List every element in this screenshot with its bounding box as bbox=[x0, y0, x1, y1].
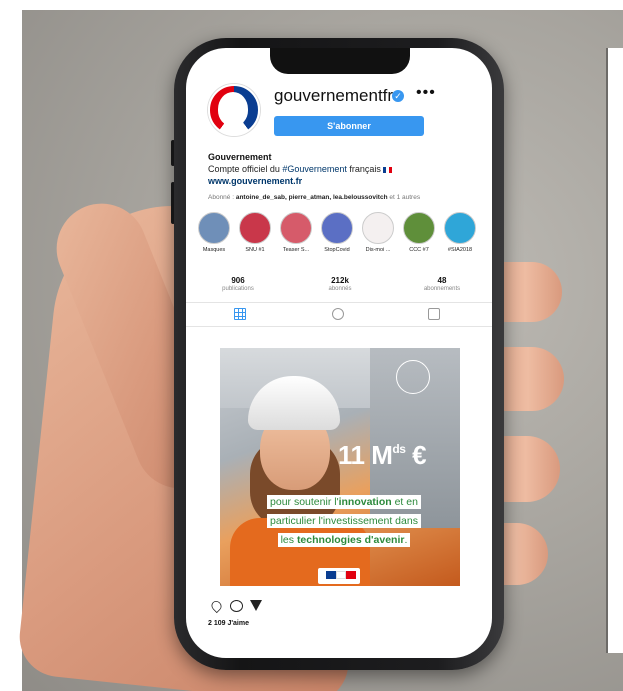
like-icon[interactable] bbox=[209, 598, 224, 614]
caption-text: et en bbox=[391, 496, 418, 508]
profile-tabs bbox=[186, 306, 492, 326]
stat-label: abonnés bbox=[328, 286, 352, 292]
flag-stripe bbox=[336, 571, 346, 579]
caption-text: les bbox=[280, 534, 297, 546]
highlight-thumbnail bbox=[239, 212, 271, 244]
post-likes[interactable]: 2 109 J'aime bbox=[208, 620, 249, 627]
igtv-icon[interactable] bbox=[332, 308, 344, 320]
caption-line: les technologies d'avenir. bbox=[277, 533, 411, 547]
highlight-thumbnail bbox=[198, 212, 230, 244]
stat-value: 906 bbox=[231, 276, 245, 285]
amount-unit: € bbox=[412, 440, 427, 470]
verified-badge-icon: ✓ bbox=[392, 90, 404, 102]
phone-screen: gouvernementfr ✓ ••• S'abonner Gouvernem… bbox=[186, 48, 492, 658]
post-image[interactable]: 11 Mds € pour soutenir l'innovation et e… bbox=[220, 348, 460, 586]
french-flag-icon bbox=[382, 166, 392, 173]
phone-notch bbox=[270, 48, 410, 74]
story-highlights: Masques SNU #1 Teaser S... StopCovid Dis… bbox=[196, 212, 486, 262]
highlight-thumbnail bbox=[280, 212, 312, 244]
highlight-item[interactable]: Masques bbox=[196, 212, 232, 253]
amount-value: 11 M bbox=[338, 440, 393, 470]
stat-following[interactable]: 48 abonnements bbox=[402, 276, 482, 292]
highlight-item[interactable]: CCC #7 bbox=[401, 212, 437, 253]
follow-button[interactable]: S'abonner bbox=[274, 116, 424, 136]
followed-by-names[interactable]: antoine_de_sab, pierre_atman, lea.belous… bbox=[236, 194, 388, 201]
stat-publications[interactable]: 906 publications bbox=[198, 276, 278, 292]
stat-label: publications bbox=[222, 286, 254, 292]
background-panel bbox=[608, 48, 623, 653]
highlight-label: #SIA2018 bbox=[447, 247, 473, 253]
amount-suffix: ds bbox=[392, 442, 406, 456]
highlight-label: Teaser S... bbox=[282, 247, 310, 253]
france-relance-logo bbox=[396, 360, 430, 394]
highlight-thumbnail bbox=[403, 212, 435, 244]
highlight-item[interactable]: StopCovid bbox=[319, 212, 355, 253]
post-caption: pour soutenir l'innovation et en particu… bbox=[238, 492, 450, 549]
bio-hashtag-link[interactable]: #Gouvernement bbox=[282, 164, 347, 174]
bio-prefix: Compte officiel du bbox=[208, 164, 283, 174]
photo-scene: { "profile": { "username": "gouvernement… bbox=[0, 0, 623, 691]
stat-value: 48 bbox=[437, 276, 447, 285]
highlight-label: Dis-moi ... bbox=[365, 247, 391, 253]
post-amount: 11 Mds € bbox=[338, 440, 427, 471]
profile-stats: 906 publications 212k abonnés 48 abonnement… bbox=[198, 276, 482, 304]
more-options-icon[interactable]: ••• bbox=[416, 84, 436, 102]
followed-by-suffix: et 1 autres bbox=[387, 194, 421, 201]
french-government-logo bbox=[318, 568, 360, 584]
highlight-label: Masques bbox=[202, 247, 226, 253]
profile-username: gouvernementfr bbox=[274, 86, 394, 105]
profile-display-name: Gouvernement bbox=[208, 152, 272, 162]
divider bbox=[186, 302, 492, 303]
stat-followers[interactable]: 212k abonnés bbox=[300, 276, 380, 292]
post-actions bbox=[209, 598, 290, 616]
divider bbox=[186, 326, 492, 327]
tagged-icon[interactable] bbox=[428, 308, 440, 320]
highlight-item[interactable]: #SIA2018 bbox=[442, 212, 478, 253]
caption-line: pour soutenir l'innovation et en bbox=[267, 495, 421, 509]
stat-label: abonnements bbox=[423, 286, 461, 292]
caption-text: . bbox=[404, 534, 408, 546]
caption-bold: innovation bbox=[338, 496, 392, 508]
flag-stripe bbox=[326, 571, 336, 579]
highlight-thumbnail bbox=[362, 212, 394, 244]
highlight-label: SNU #1 bbox=[245, 247, 265, 253]
share-icon[interactable] bbox=[250, 600, 262, 611]
followed-by-prefix: Abonné : bbox=[208, 194, 236, 201]
profile-bio: Compte officiel du #Gouvernement françai… bbox=[208, 164, 392, 174]
stat-value: 212k bbox=[331, 276, 349, 285]
caption-text: pour soutenir l' bbox=[270, 496, 339, 508]
flag-stripe bbox=[346, 571, 356, 579]
highlight-item[interactable]: Teaser S... bbox=[278, 212, 314, 253]
highlight-thumbnail bbox=[321, 212, 353, 244]
caption-line: particulier l'investissement dans bbox=[267, 514, 421, 528]
bio-suffix: français bbox=[346, 164, 381, 174]
highlight-label: StopCovid bbox=[324, 247, 350, 253]
highlight-thumbnail bbox=[444, 212, 476, 244]
grid-icon[interactable] bbox=[234, 308, 246, 320]
profile-website-link[interactable]: www.gouvernement.fr bbox=[208, 176, 302, 186]
followed-by: Abonné : antoine_de_sab, pierre_atman, l… bbox=[208, 194, 420, 201]
highlight-label: CCC #7 bbox=[409, 247, 429, 253]
highlight-item[interactable]: SNU #1 bbox=[237, 212, 273, 253]
comment-icon[interactable] bbox=[230, 600, 243, 612]
highlight-item[interactable]: Dis-moi ... bbox=[360, 212, 396, 253]
marianne-logo-icon bbox=[218, 92, 248, 126]
caption-bold: technologies d'avenir bbox=[296, 534, 405, 546]
